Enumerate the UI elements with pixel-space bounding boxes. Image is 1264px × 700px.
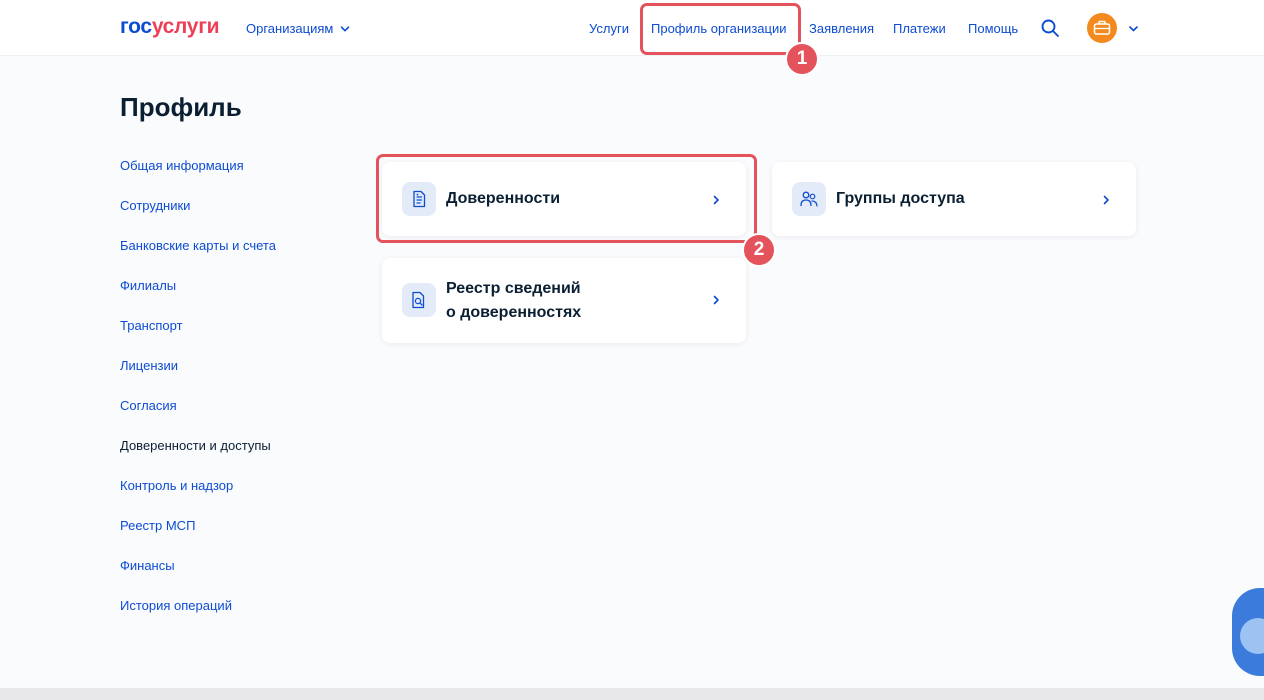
organizations-menu-label: Организациям (246, 21, 334, 36)
card-title: Группы доступа (836, 190, 965, 207)
sidebar-item-finance[interactable]: Финансы (120, 557, 175, 575)
chevron-right-icon (1103, 195, 1109, 205)
card-powers-registry[interactable]: Реестр сведений о доверенностях (382, 258, 746, 343)
nav-applications[interactable]: Заявления (809, 20, 874, 38)
card-title-line-2: о доверенностях (446, 304, 582, 321)
step-badge-2: 2 (742, 233, 776, 267)
sidebar-item-general-info[interactable]: Общая информация (120, 157, 244, 175)
sidebar-item-control-supervision[interactable]: Контроль и надзор (120, 477, 233, 495)
nav-help[interactable]: Помощь (968, 20, 1018, 38)
sidebar-item-operations-history[interactable]: История операций (120, 597, 232, 615)
chevron-down-icon[interactable] (1128, 23, 1139, 34)
organizations-menu[interactable]: Организациям (246, 20, 350, 38)
sidebar-item-employees[interactable]: Сотрудники (120, 197, 190, 215)
sidebar-item-transport[interactable]: Транспорт (120, 317, 183, 335)
highlight-frame-2 (376, 154, 757, 243)
bottom-edge (0, 688, 1264, 700)
people-icon (792, 182, 826, 216)
organization-avatar[interactable] (1087, 13, 1117, 43)
chevron-right-icon (713, 295, 719, 305)
document-search-icon (402, 283, 436, 317)
sidebar-item-bank-cards[interactable]: Банковские карты и счета (120, 237, 276, 255)
page-title: Профиль (120, 92, 242, 122)
sidebar-item-branches[interactable]: Филиалы (120, 277, 176, 295)
robot-icon (1240, 618, 1264, 654)
sidebar-item-licenses[interactable]: Лицензии (120, 357, 178, 375)
sidebar-item-consents[interactable]: Согласия (120, 397, 177, 415)
card-title-line-1: Реестр сведений (446, 280, 581, 297)
chevron-down-icon (341, 26, 350, 32)
top-header: госуслуги Организациям Услуги Профиль ор… (0, 0, 1264, 56)
briefcase-icon (1093, 20, 1111, 35)
highlight-frame-1 (640, 3, 801, 55)
assistant-robot-button[interactable] (1232, 588, 1264, 676)
card-access-groups[interactable]: Группы доступа (772, 162, 1136, 236)
step-badge-1: 1 (785, 42, 819, 76)
nav-services[interactable]: Услуги (589, 20, 629, 38)
gosuslugi-logo[interactable]: госуслуги (120, 15, 220, 39)
search-icon[interactable] (1040, 18, 1060, 38)
sidebar-item-msp-registry[interactable]: Реестр МСП (120, 517, 195, 535)
nav-payments[interactable]: Платежи (893, 20, 946, 38)
sidebar-item-powers-and-access[interactable]: Доверенности и доступы (120, 437, 271, 455)
